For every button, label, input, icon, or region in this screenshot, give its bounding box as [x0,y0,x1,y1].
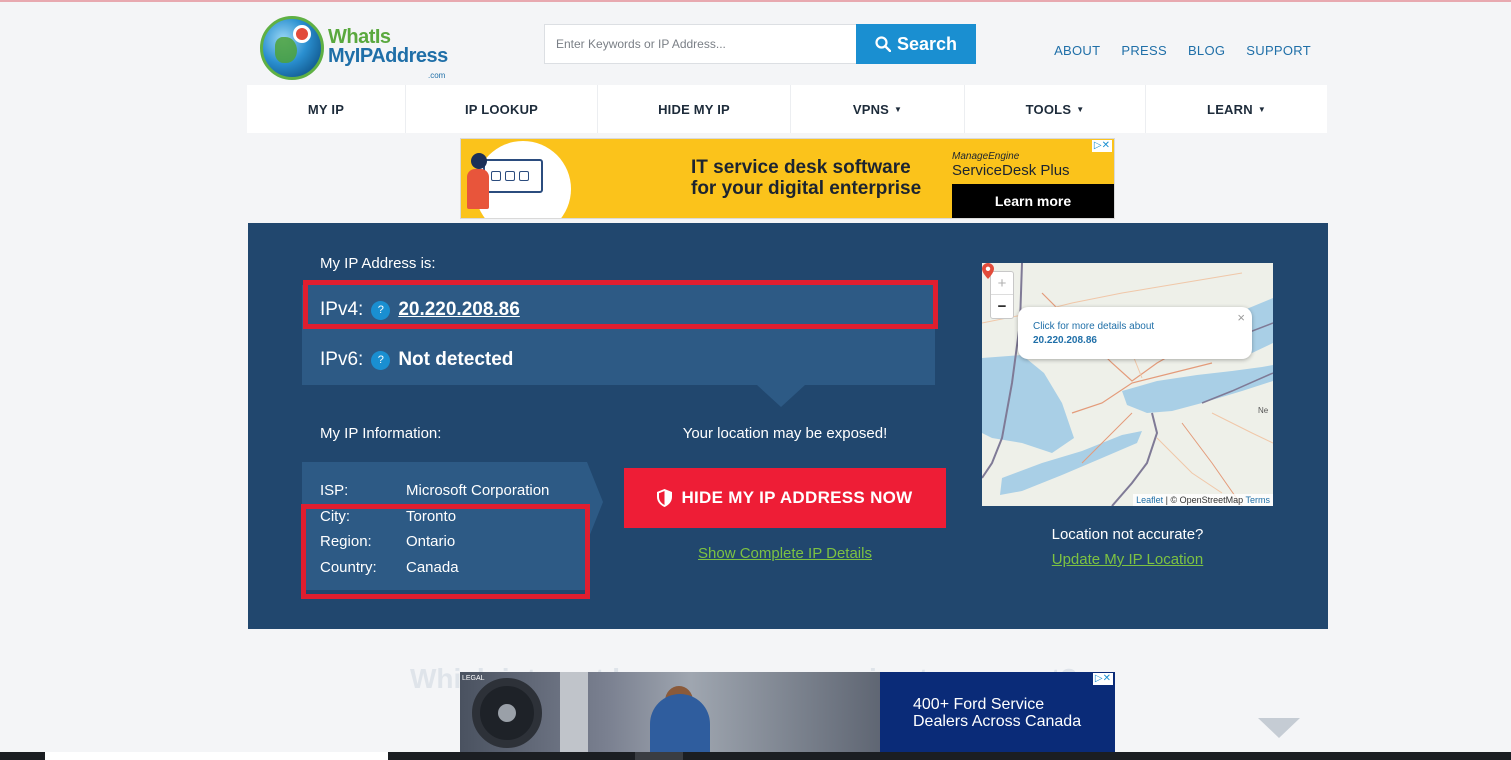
top-accent-line [0,0,1511,2]
search-input[interactable] [544,24,857,64]
site-logo[interactable]: WhatIs MyIPAddress .com [260,16,450,82]
ad-logo: LEGAL [462,675,485,682]
main-nav: MY IP IP LOOKUP HIDE MY IP VPNS ▼ TOOLS ▼ … [247,85,1327,133]
adchoices-icon[interactable]: ▷✕ [1091,140,1112,152]
map-pin-icon[interactable] [982,263,994,279]
ad-headline: IT service desk software for your digita… [691,157,922,199]
map-tiles: Ne [982,263,1273,506]
location-map[interactable]: Ne + − Click for more details about 20.2… [982,263,1273,506]
taskbar [0,752,1511,760]
chevron-down-icon: ▼ [1257,104,1266,114]
adchoices-icon[interactable]: ▷✕ [1092,673,1113,685]
info-row-country: Country: Canada [320,559,459,576]
ip-info-panel: My IP Address is: IPv4: ? 20.220.208.86 … [248,223,1328,629]
support-link[interactable]: SUPPORT [1246,43,1311,58]
chevron-down-icon: ▼ [894,104,903,114]
nav-item-hide-my-ip[interactable]: HIDE MY IP [598,85,791,133]
hide-my-ip-button[interactable]: HIDE MY IP ADDRESS NOW [624,468,946,528]
info-box-pointer [587,462,603,542]
leaflet-link[interactable]: Leaflet [1136,495,1163,505]
zoom-in-button[interactable]: + [991,272,1013,295]
show-details-link[interactable]: Show Complete IP Details [624,545,946,562]
nav-item-my-ip[interactable]: MY IP [247,85,406,133]
map-attribution: Leaflet | © OpenStreetMap Terms [1133,494,1273,506]
location-not-accurate: Location not accurate? [1051,526,1204,543]
ipv6-row: IPv6: ? Not detected [302,335,935,385]
close-icon[interactable]: × [1237,310,1245,325]
exposed-warning: Your location may be exposed! [682,425,888,442]
ad-brand-line2: ServiceDesk Plus [952,162,1070,179]
help-icon[interactable]: ? [371,350,391,370]
map-label: Ne [1258,406,1269,415]
row-pointer [757,385,805,407]
nav-item-tools[interactable]: TOOLS ▼ [965,85,1146,133]
ipv4-row: IPv4: ? 20.220.208.86 [302,285,935,335]
nav-item-vpns[interactable]: VPNS ▼ [791,85,965,133]
info-row-isp: ISP: Microsoft Corporation [320,482,550,499]
ip-info-label: My IP Information: [320,425,442,442]
ad-text: 400+ Ford Service Dealers Across Canada [913,696,1082,730]
ad-banner-top[interactable]: IT service desk software for your digita… [460,138,1115,219]
ad-illustration [461,139,571,218]
popup-text: Click for more details about [1033,321,1155,332]
nav-item-learn[interactable]: LEARN ▼ [1146,85,1327,133]
zoom-out-button[interactable]: − [991,295,1013,318]
ipv6-value: Not detected [398,349,514,370]
info-row-region: Region: Ontario [320,533,456,550]
shield-icon [657,489,673,507]
my-ip-label: My IP Address is: [320,255,436,272]
blog-link[interactable]: BLOG [1188,43,1225,58]
hide-my-ip-label: HIDE MY IP ADDRESS NOW [681,488,913,507]
top-links: ABOUT PRESS BLOG SUPPORT [1054,43,1311,58]
chevron-down-icon: ▼ [1076,104,1085,114]
ad-learn-more-button[interactable]: Learn more [952,184,1114,218]
info-row-city: City: Toronto [320,508,457,525]
nav-item-ip-lookup[interactable]: IP LOOKUP [406,85,598,133]
terms-link[interactable]: Terms [1246,495,1271,505]
logo-text: WhatIs MyIPAddress .com [328,26,448,80]
globe-icon [260,16,324,80]
section-pointer [1258,718,1300,738]
search-icon [875,36,891,52]
about-link[interactable]: ABOUT [1054,43,1100,58]
update-location-link[interactable]: Update My IP Location [982,551,1273,568]
help-icon[interactable]: ? [371,300,391,320]
ipv4-value[interactable]: 20.220.208.86 [398,299,520,321]
search-button[interactable]: Search [856,24,976,64]
ad-banner-bottom[interactable]: LEGAL 400+ Ford Service Dealers Across C… [460,672,1115,753]
ad-brand-line1: ManageEngine [952,151,1020,162]
press-link[interactable]: PRESS [1121,43,1167,58]
ipv6-label: IPv6: [320,349,364,370]
ad-photo [460,672,880,753]
popup-ip[interactable]: 20.220.208.86 [1033,335,1097,346]
ipv4-label: IPv4: [320,299,364,320]
search-button-label: Search [896,33,958,54]
map-popup[interactable]: Click for more details about 20.220.208.… [1018,307,1252,359]
